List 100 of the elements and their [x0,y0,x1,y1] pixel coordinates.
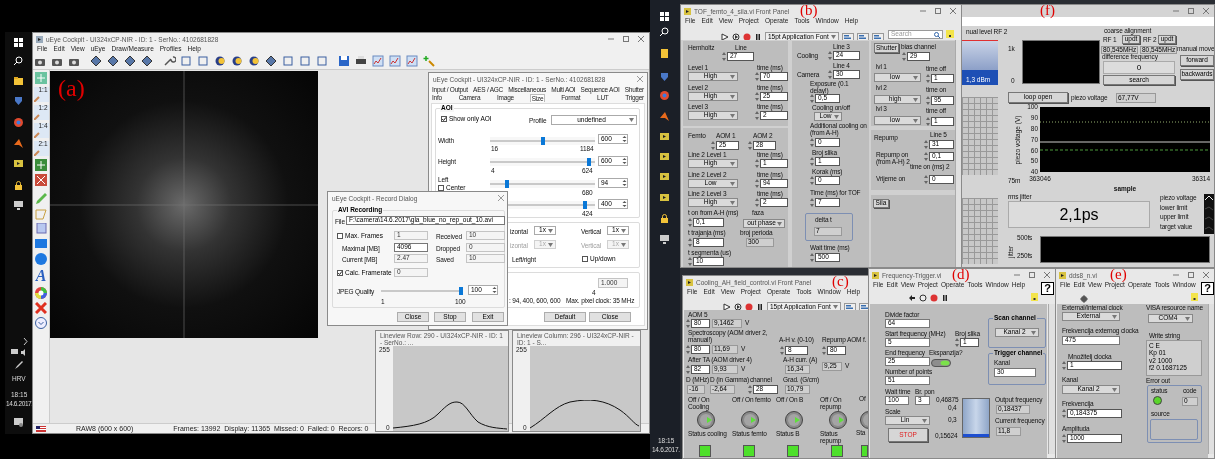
maximize-icon[interactable] [1029,272,1035,278]
spinner-icon[interactable] [622,157,627,165]
caret-icon[interactable] [730,181,735,186]
arrow-icon[interactable] [908,294,916,302]
spinner-icon[interactable] [622,135,627,143]
rectangle-icon[interactable] [35,238,47,250]
plus-icon[interactable] [422,54,436,68]
slider-thumb[interactable] [540,137,545,145]
save-icon[interactable] [337,54,351,68]
close-icon[interactable] [638,36,644,42]
slider-thumb[interactable] [459,287,463,295]
checkbox-icon[interactable] [337,270,343,277]
play-window-icon[interactable] [660,172,669,181]
windows-icon[interactable] [14,38,23,47]
caret-icon[interactable] [1112,387,1117,392]
abort-icon[interactable] [930,294,938,302]
caret-icon[interactable] [1031,330,1036,335]
caret-icon[interactable] [922,418,927,423]
color-wheel-icon[interactable] [35,287,47,299]
chart-icon[interactable] [371,54,385,68]
shield-icon[interactable] [14,96,23,105]
slider-thumb[interactable] [586,158,591,166]
close-icon[interactable] [498,195,504,201]
checkbox-icon[interactable] [438,185,444,192]
grid-icon[interactable] [35,159,47,171]
spinner-icon[interactable] [492,286,497,294]
circle-icon[interactable] [247,54,261,68]
caret-icon[interactable] [913,118,918,123]
caret-icon[interactable] [730,74,735,79]
zoom-icon[interactable] [33,94,42,102]
chart-icon[interactable] [405,54,419,68]
knob[interactable] [741,411,759,429]
spinner-icon[interactable] [622,179,627,187]
wrench-icon[interactable] [162,54,176,68]
shield-icon[interactable] [660,72,669,81]
caret-icon[interactable] [730,200,735,205]
slider[interactable] [490,180,595,188]
zoom-icon[interactable] [33,130,42,138]
delete-icon[interactable] [35,302,47,314]
run-continuously-icon[interactable] [919,294,927,302]
diamond-icon[interactable] [264,54,278,68]
close-icon[interactable] [1203,272,1209,278]
tray-icon[interactable] [11,349,27,356]
help-button[interactable]: ? [1041,282,1054,295]
circle-icon[interactable] [230,54,244,68]
knob[interactable] [829,411,847,429]
chevron-icon[interactable] [23,338,28,345]
caret-icon[interactable] [1112,314,1117,319]
arrow-icon[interactable] [14,139,23,148]
caret-icon[interactable] [913,75,918,80]
caret-icon[interactable] [629,118,634,122]
knob[interactable] [785,411,803,429]
diamond-icon[interactable] [123,54,137,68]
text-tool[interactable]: A [35,268,47,284]
help-icon[interactable] [946,30,954,38]
diamond-icon[interactable] [89,54,103,68]
caret-icon[interactable] [548,228,553,233]
circle-icon[interactable] [14,118,23,127]
checkbox-icon[interactable] [582,256,588,263]
caret-icon[interactable] [730,113,735,118]
close-icon[interactable] [1044,272,1050,278]
notification-icon[interactable] [14,418,23,427]
knob[interactable] [697,411,715,429]
collapse-icon[interactable] [35,317,47,329]
checkbox-icon[interactable] [441,116,447,123]
close-icon[interactable] [1203,8,1209,14]
lock-icon[interactable] [14,181,23,190]
document-icon[interactable] [35,223,47,235]
play-window-icon[interactable] [660,193,669,202]
maximize-icon[interactable] [1188,8,1194,14]
note-icon[interactable] [660,49,669,58]
maximize-icon[interactable] [1188,272,1194,278]
play-window-icon[interactable] [660,132,669,141]
cross-icon[interactable] [35,174,47,186]
circle-icon[interactable] [660,91,669,100]
pencil-icon[interactable] [35,193,47,205]
circle-icon[interactable] [213,54,227,68]
maximize-icon[interactable] [935,8,941,14]
help-icon[interactable] [1191,293,1198,301]
monitor-icon[interactable] [660,235,669,244]
folder-icon[interactable] [14,76,23,85]
help-icon[interactable] [1031,293,1038,301]
caret-icon[interactable] [913,97,918,102]
pause-icon[interactable] [756,303,764,311]
pause-icon[interactable] [754,33,762,41]
abort-icon[interactable] [745,303,753,311]
play-window-icon[interactable] [660,152,669,161]
monitor-icon[interactable] [14,201,23,210]
close-icon[interactable] [950,8,956,14]
caret-icon[interactable] [730,161,735,166]
caret-icon[interactable] [621,242,626,247]
spinner-icon[interactable] [622,200,627,208]
caret-icon[interactable] [621,228,626,233]
caret-icon[interactable] [834,114,839,119]
rectangle-icon[interactable] [315,54,329,68]
slider[interactable] [381,287,463,295]
caret-icon[interactable] [548,242,553,247]
abort-icon[interactable] [743,33,751,41]
slider[interactable] [490,158,595,166]
diamond-icon[interactable] [140,54,154,68]
